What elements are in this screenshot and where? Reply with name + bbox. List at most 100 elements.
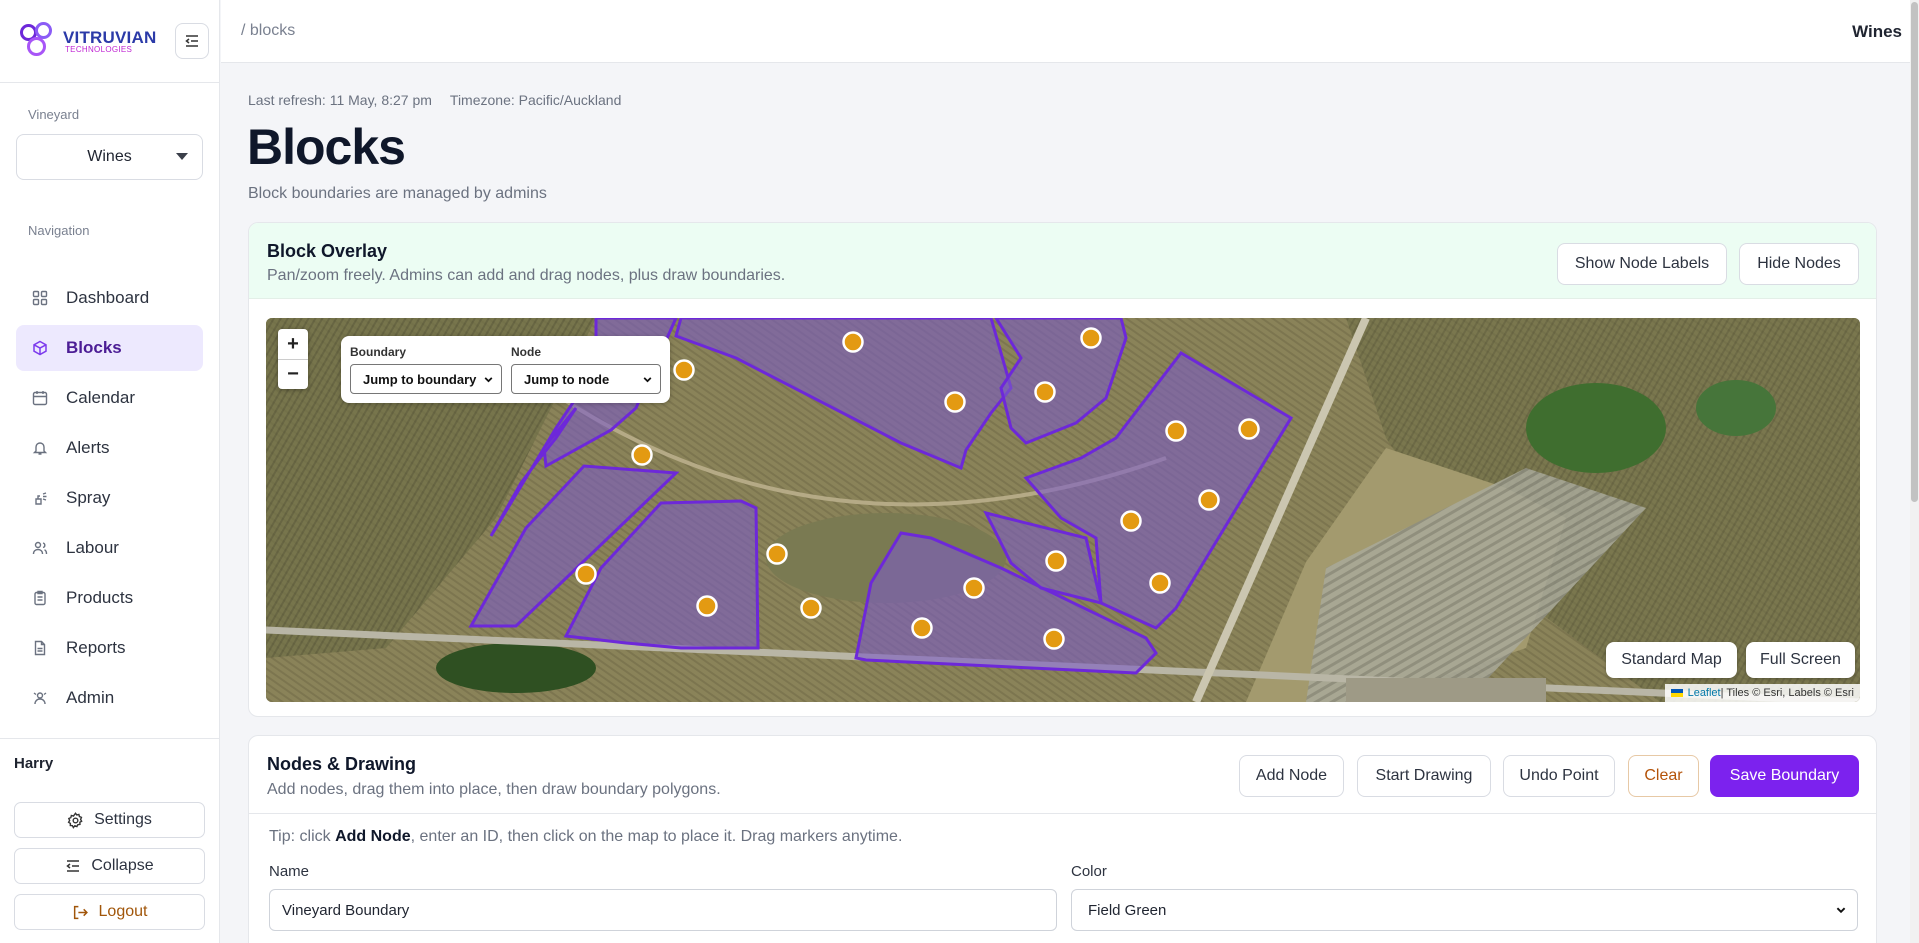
sidebar-item-admin[interactable]: Admin (16, 675, 203, 721)
sidebar-item-label: Reports (66, 638, 126, 657)
sidebar-item-label: Alerts (66, 438, 110, 457)
gear-icon (67, 811, 84, 829)
page-title: Blocks (247, 119, 406, 175)
calendar-icon (32, 390, 48, 406)
start-drawing-button[interactable]: Start Drawing (1357, 755, 1491, 797)
nav-list: Dashboard Blocks Calendar Alerts Spray L… (16, 275, 203, 725)
flag-icon (1670, 689, 1683, 697)
block-overlay-header: Block Overlay Pan/zoom freely. Admins ca… (249, 223, 1876, 299)
block-overlay-title: Block Overlay (267, 241, 388, 261)
sidebar-footer: Harry Settings Collapse Logout (0, 738, 220, 943)
show-node-labels-button[interactable]: Show Node Labels (1557, 243, 1727, 285)
vineyard-label: Vineyard (28, 107, 80, 122)
top-bar: / blocks Wines (221, 0, 1910, 63)
brand-logo[interactable]: VITRUVIAN TECHNOLOGIES (20, 22, 156, 60)
node-select-value: Jump to node (524, 371, 610, 387)
admin-icon (32, 690, 48, 706)
boundary-label: Boundary (350, 345, 407, 359)
standard-map-button[interactable]: Standard Map (1606, 642, 1737, 678)
sidebar-item-products[interactable]: Products (16, 575, 203, 621)
logo-row: VITRUVIAN TECHNOLOGIES (0, 0, 219, 83)
sidebar-item-dashboard[interactable]: Dashboard (16, 275, 203, 321)
sidebar-item-label: Blocks (66, 338, 122, 357)
add-node-button[interactable]: Add Node (1239, 755, 1344, 797)
block-boundary[interactable] (994, 318, 1128, 445)
sidebar-toggle-button[interactable] (175, 23, 209, 59)
undo-point-button[interactable]: Undo Point (1503, 755, 1615, 797)
breadcrumb[interactable]: / blocks (241, 22, 295, 40)
boundary-name-value: Vineyard Boundary (282, 901, 410, 919)
collapse-label: Collapse (91, 857, 154, 874)
sidebar-item-alerts[interactable]: Alerts (16, 425, 203, 471)
vineyard-select[interactable]: Wines (16, 134, 203, 180)
block-overlay-subtitle: Pan/zoom freely. Admins can add and drag… (267, 267, 786, 284)
jump-to-node-select[interactable]: Jump to node (511, 364, 661, 394)
nodes-drawing-subtitle: Add nodes, drag them into place, then dr… (267, 781, 721, 798)
zoom-control: + − (278, 329, 308, 389)
settings-label: Settings (94, 811, 152, 828)
settings-button[interactable]: Settings (14, 802, 205, 838)
caret-down-icon (176, 153, 188, 160)
full-screen-button[interactable]: Full Screen (1746, 642, 1855, 678)
timezone: Timezone: Pacific/Auckland (449, 92, 622, 108)
jump-panel: Boundary Jump to boundary Node Jump to n… (341, 336, 670, 403)
save-boundary-button[interactable]: Save Boundary (1710, 755, 1859, 797)
sidebar-item-spray[interactable]: Spray (16, 475, 203, 521)
brand-name: VITRUVIAN (63, 27, 157, 47)
leaflet-link[interactable]: Leaflet (1688, 687, 1721, 699)
sidebar-item-label: Admin (66, 688, 115, 707)
sidebar-item-calendar[interactable]: Calendar (16, 375, 203, 421)
user-name: Harry (14, 755, 54, 772)
bell-icon (32, 440, 48, 456)
satellite-map[interactable]: + − Boundary Jump to boundary Node Jump … (266, 318, 1860, 702)
last-refresh: Last refresh: 11 May, 8:27 pm (248, 92, 432, 108)
nodes-drawing-title: Nodes & Drawing (267, 754, 417, 774)
dashboard-grid-icon (32, 290, 48, 306)
chevron-down-icon (1836, 907, 1846, 914)
chevron-down-icon (484, 377, 493, 383)
nodes-drawing-header: Nodes & Drawing Add nodes, drag them int… (249, 736, 1876, 814)
page-subtitle: Block boundaries are managed by admins (248, 185, 547, 202)
logout-button[interactable]: Logout (14, 894, 205, 930)
color-label: Color (1071, 863, 1107, 880)
jump-to-boundary-select[interactable]: Jump to boundary (350, 364, 502, 394)
tip-text: Tip: click (269, 828, 336, 845)
sidebar-item-blocks[interactable]: Blocks (16, 325, 203, 371)
sidebar-collapse-icon (185, 35, 198, 47)
logout-label: Logout (98, 903, 148, 920)
chevron-down-icon (643, 377, 652, 383)
brand-tagline: TECHNOLOGIES (65, 44, 133, 54)
boundary-color-select[interactable]: Field Green (1071, 889, 1858, 931)
sidebar-item-label: Labour (66, 538, 119, 557)
users-icon (32, 540, 48, 556)
clear-button[interactable]: Clear (1628, 755, 1699, 797)
refresh-meta: Last refresh: 11 May, 8:27 pm Timezone: P… (248, 92, 621, 108)
boundary-color-value: Field Green (1088, 901, 1167, 919)
hide-nodes-button[interactable]: Hide Nodes (1739, 243, 1859, 285)
map-attribution: Leaflet | Tiles © Esri, Labels © Esri (1664, 684, 1860, 702)
collapse-button[interactable]: Collapse (14, 848, 205, 884)
boundary-select-value: Jump to boundary (363, 371, 477, 387)
page-scrollbar[interactable] (1910, 0, 1919, 943)
sidebar-item-labour[interactable]: Labour (16, 525, 203, 571)
logout-icon (72, 904, 89, 921)
block-boundary[interactable] (674, 318, 1013, 471)
sidebar-item-label: Products (66, 588, 134, 607)
vineyard-select-value: Wines (87, 148, 132, 165)
sidebar-item-label: Dashboard (66, 288, 150, 307)
zoom-out-button[interactable]: − (278, 359, 308, 389)
spray-icon (32, 490, 48, 506)
current-vineyard: Wines (1852, 22, 1902, 41)
sidebar: VITRUVIAN TECHNOLOGIES Vineyard Wines Na… (0, 0, 220, 943)
logo-mark-icon (20, 22, 58, 60)
tip-emphasis: Add Node (335, 828, 411, 845)
name-label: Name (269, 863, 310, 880)
zoom-in-button[interactable]: + (278, 329, 308, 359)
scrollbar-thumb[interactable] (1911, 2, 1918, 502)
sidebar-item-label: Calendar (66, 388, 135, 407)
sidebar-item-reports[interactable]: Reports (16, 625, 203, 671)
tip-text: , enter an ID, then click on the map to … (410, 828, 903, 845)
drawing-tip: Tip: click Add Node, enter an ID, then c… (269, 828, 902, 846)
boundary-name-input[interactable]: Vineyard Boundary (269, 889, 1057, 931)
cube-icon (32, 340, 48, 356)
